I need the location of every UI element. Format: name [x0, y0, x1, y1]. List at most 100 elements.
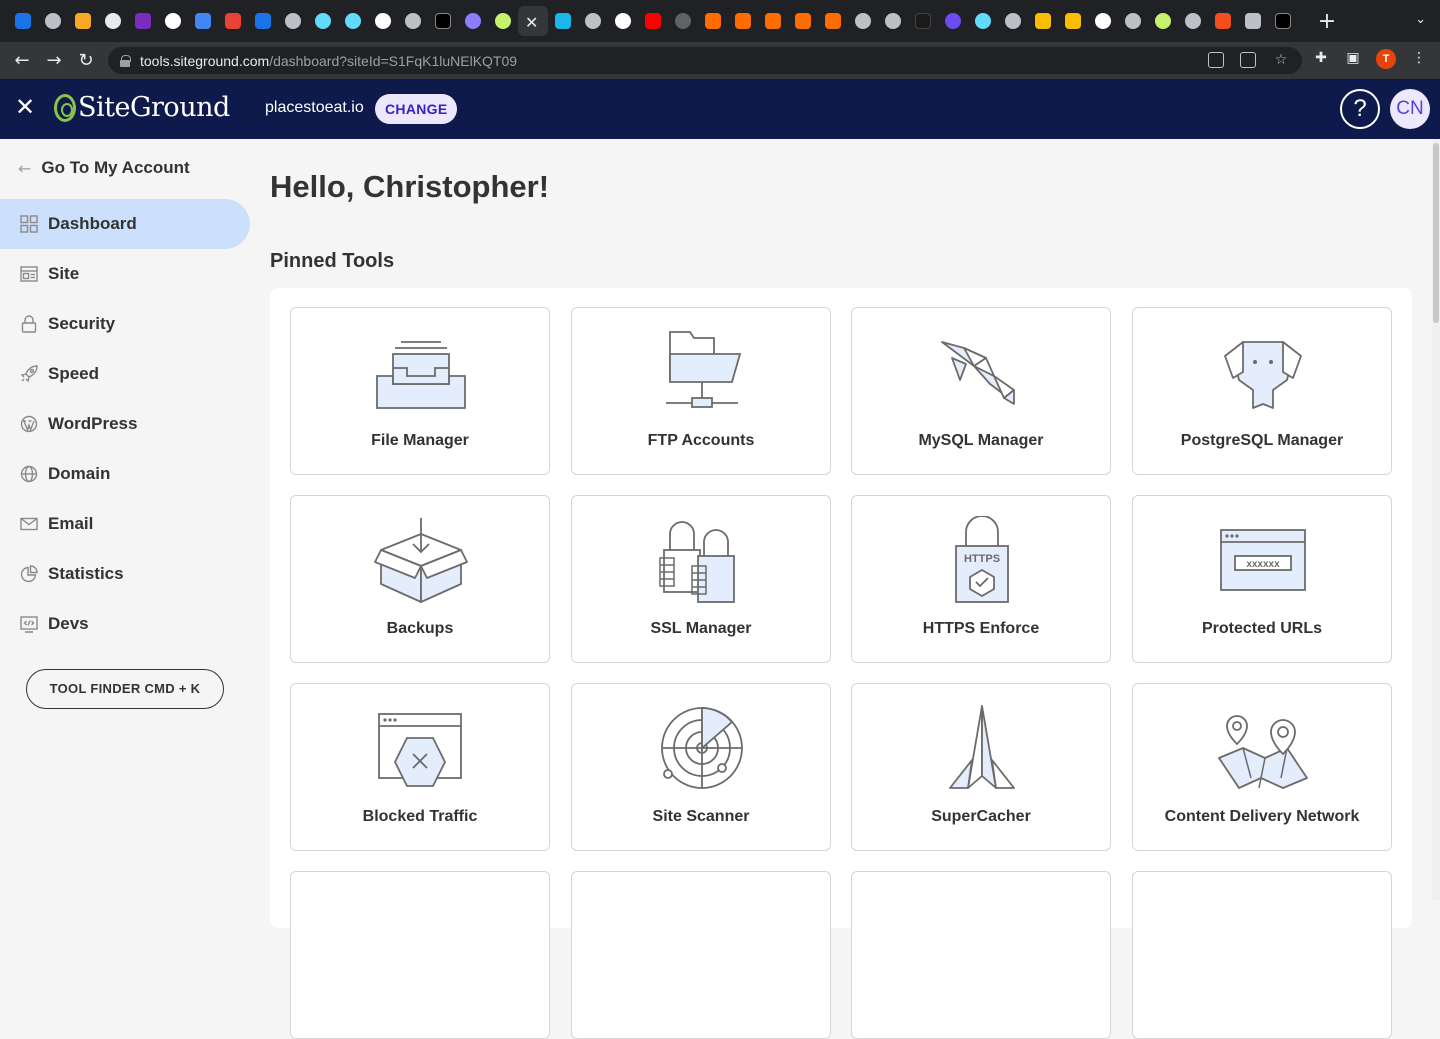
sidebar-item-devs[interactable]: Devs: [0, 599, 250, 649]
tab-favicon[interactable]: [938, 6, 968, 36]
tab-favicon[interactable]: [848, 6, 878, 36]
forward-arrow-icon[interactable]: →: [38, 45, 70, 77]
tab-favicon[interactable]: [428, 6, 458, 36]
tab-favicon[interactable]: [458, 6, 488, 36]
globe-icon: [20, 465, 38, 483]
tab-favicon[interactable]: [1268, 6, 1298, 36]
tab-favicon[interactable]: [1058, 6, 1088, 36]
current-site-name: placestoeat.io: [265, 99, 364, 116]
tab-favicon[interactable]: [68, 6, 98, 36]
tab-favicon[interactable]: [158, 6, 188, 36]
tab-favicon[interactable]: [8, 6, 38, 36]
reload-icon[interactable]: ↻: [70, 45, 102, 77]
sidepanel-icon[interactable]: ▣: [1344, 50, 1362, 68]
tab-favicon[interactable]: [368, 6, 398, 36]
tab-favicon[interactable]: [308, 6, 338, 36]
go-to-account-link[interactable]: ← Go To My Account: [18, 158, 190, 178]
tool-card-mysql-manager[interactable]: MySQL Manager: [851, 307, 1111, 475]
scrollbar-thumb[interactable]: [1433, 143, 1439, 323]
tab-favicon[interactable]: [38, 6, 68, 36]
https-lock-icon: HTTPS: [955, 516, 1009, 603]
tab-active[interactable]: ✕: [518, 6, 548, 36]
tool-card-https-enforce[interactable]: HTTPS HTTPS Enforce: [851, 495, 1111, 663]
tab-favicon[interactable]: [1028, 6, 1058, 36]
tool-card[interactable]: [851, 871, 1111, 1039]
tool-card-content-delivery-network[interactable]: Content Delivery Network: [1132, 683, 1392, 851]
tool-card-supercacher[interactable]: SuperCacher: [851, 683, 1111, 851]
sidebar-item-dashboard[interactable]: Dashboard: [0, 199, 250, 249]
tab-favicon[interactable]: [278, 6, 308, 36]
tool-card[interactable]: [571, 871, 831, 1039]
url-path: /dashboard?siteId=S1FqK1luNElKQT09: [269, 52, 518, 69]
tool-card-ftp-accounts[interactable]: FTP Accounts: [571, 307, 831, 475]
tab-favicon[interactable]: [1118, 6, 1148, 36]
sidebar-item-wordpress[interactable]: WordPress: [0, 399, 250, 449]
tab-favicon[interactable]: [1178, 6, 1208, 36]
new-tab-button[interactable]: +: [1312, 9, 1342, 34]
extensions-icon[interactable]: ✚: [1312, 50, 1330, 68]
profile-avatar[interactable]: T: [1376, 49, 1396, 69]
tab-favicon[interactable]: [1208, 6, 1238, 36]
close-icon[interactable]: ✕: [14, 95, 36, 119]
page-scrollbar[interactable]: [1432, 139, 1440, 900]
tab-favicon[interactable]: [1238, 6, 1268, 36]
map-pins-icon: [1218, 715, 1308, 789]
sidebar-item-email[interactable]: Email: [0, 499, 250, 549]
tool-card-protected-urls[interactable]: xxxxxx Protected URLs: [1132, 495, 1392, 663]
star-icon[interactable]: ☆: [1272, 52, 1290, 70]
tab-favicon[interactable]: [248, 6, 278, 36]
tool-card[interactable]: [290, 871, 550, 1039]
tool-finder-button[interactable]: TOOL FINDER CMD + K: [26, 669, 224, 709]
back-arrow-icon[interactable]: ←: [6, 45, 38, 77]
tab-favicon[interactable]: [1148, 6, 1178, 36]
user-avatar[interactable]: CN: [1390, 89, 1430, 129]
svg-text:HTTPS: HTTPS: [964, 553, 1000, 565]
tab-favicon[interactable]: [398, 6, 428, 36]
sidebar-item-statistics[interactable]: Statistics: [0, 549, 250, 599]
tab-favicon[interactable]: [878, 6, 908, 36]
change-site-button[interactable]: CHANGE: [375, 94, 458, 124]
tab-favicon[interactable]: [908, 6, 938, 36]
tool-card[interactable]: [1132, 871, 1392, 1039]
install-icon[interactable]: [1208, 52, 1224, 68]
tab-favicon[interactable]: [788, 6, 818, 36]
paper-rocket-icon: [949, 705, 1015, 789]
help-button[interactable]: ?: [1340, 89, 1380, 129]
sidebar-item-site[interactable]: Site: [0, 249, 250, 299]
tab-favicon[interactable]: [698, 6, 728, 36]
tool-label: SSL Manager: [650, 620, 752, 637]
kebab-menu-icon[interactable]: ⋮: [1410, 50, 1428, 68]
tab-favicon[interactable]: [548, 6, 578, 36]
address-bar[interactable]: tools.siteground.com/dashboard?siteId=S1…: [108, 47, 1302, 74]
tab-favicon[interactable]: [128, 6, 158, 36]
tab-favicon[interactable]: [638, 6, 668, 36]
tool-card-site-scanner[interactable]: Site Scanner: [571, 683, 831, 851]
tab-favicon[interactable]: [488, 6, 518, 36]
tool-card-postgresql-manager[interactable]: PostgreSQL Manager: [1132, 307, 1392, 475]
close-icon[interactable]: ✕: [525, 13, 541, 32]
tab-favicon[interactable]: [968, 6, 998, 36]
tab-favicon[interactable]: [188, 6, 218, 36]
share-icon[interactable]: [1240, 52, 1256, 68]
tool-card-ssl-manager[interactable]: SSL Manager: [571, 495, 831, 663]
tab-favicon[interactable]: [578, 6, 608, 36]
tab-favicon[interactable]: [818, 6, 848, 36]
tool-card-backups[interactable]: Backups: [290, 495, 550, 663]
sidebar-item-security[interactable]: Security: [0, 299, 250, 349]
tab-favicon[interactable]: [218, 6, 248, 36]
tab-favicon[interactable]: [98, 6, 128, 36]
svg-text:xxxxxx: xxxxxx: [1246, 559, 1280, 570]
siteground-logo[interactable]: SiteGround: [54, 92, 230, 123]
tab-favicon[interactable]: [668, 6, 698, 36]
chevron-down-icon[interactable]: ⌄: [1415, 12, 1426, 27]
tab-favicon[interactable]: [608, 6, 638, 36]
tab-favicon[interactable]: [1088, 6, 1118, 36]
tool-card-file-manager[interactable]: File Manager: [290, 307, 550, 475]
tab-favicon[interactable]: [998, 6, 1028, 36]
sidebar-item-domain[interactable]: Domain: [0, 449, 250, 499]
sidebar-item-speed[interactable]: Speed: [0, 349, 250, 399]
tool-card-blocked-traffic[interactable]: Blocked Traffic: [290, 683, 550, 851]
tab-favicon[interactable]: [758, 6, 788, 36]
tab-favicon[interactable]: [338, 6, 368, 36]
tab-favicon[interactable]: [728, 6, 758, 36]
